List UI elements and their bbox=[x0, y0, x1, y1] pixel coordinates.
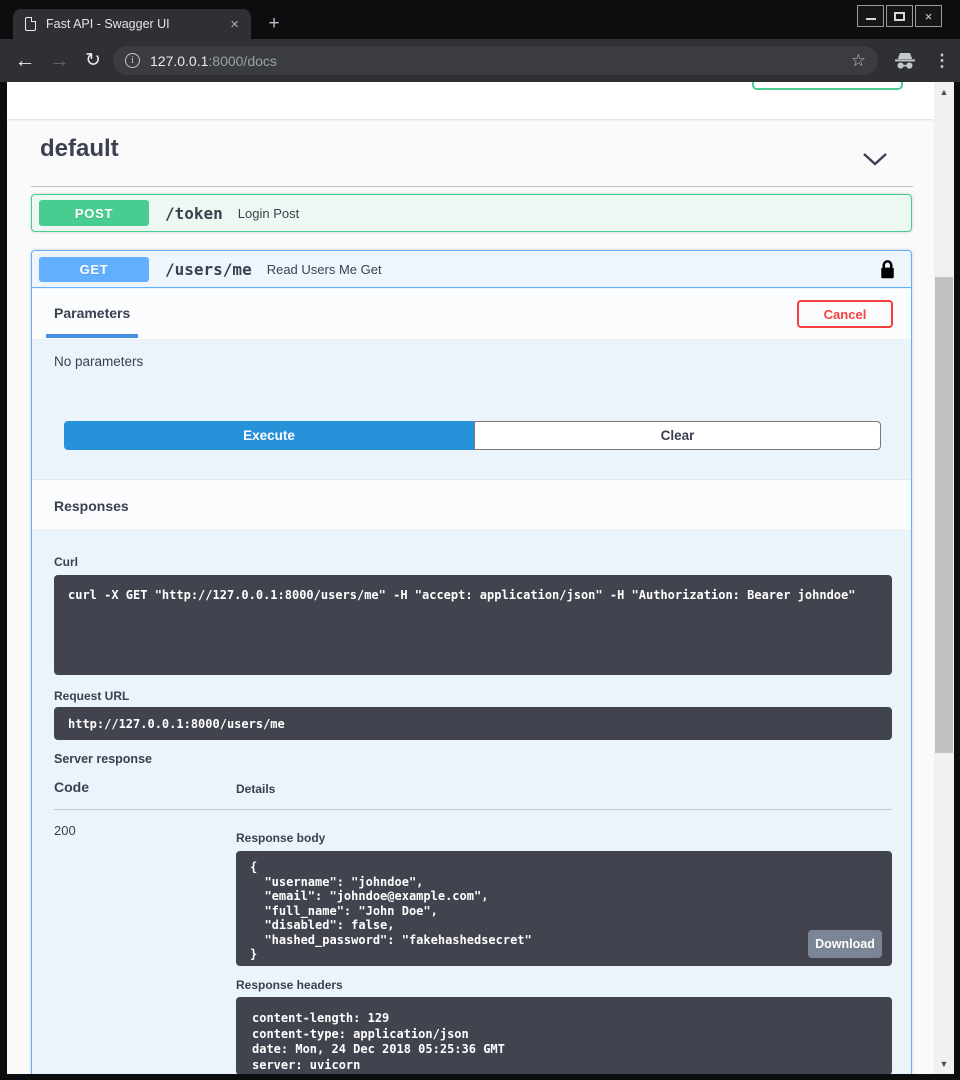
response-headers-block[interactable]: content-length: 129 content-type: applic… bbox=[236, 997, 892, 1074]
curl-label: Curl bbox=[54, 555, 78, 569]
opblock-post-token[interactable]: POST /token Login Post bbox=[31, 194, 912, 232]
response-headers-label: Response headers bbox=[236, 978, 343, 992]
browser-menu-icon[interactable]: ⋮ bbox=[927, 39, 957, 82]
request-url-label: Request URL bbox=[54, 689, 129, 703]
url-path: :8000/docs bbox=[208, 53, 277, 69]
status-code: 200 bbox=[54, 823, 76, 838]
request-url: http://127.0.0.1:8000/users/me bbox=[54, 707, 892, 741]
close-button[interactable]: × bbox=[915, 5, 942, 27]
scroll-down-icon[interactable]: ▼ bbox=[934, 1056, 954, 1072]
page-scrollbar[interactable]: ▲ ▼ bbox=[934, 82, 954, 1074]
maximize-button[interactable] bbox=[886, 5, 913, 27]
tab-close-icon[interactable]: × bbox=[226, 16, 243, 33]
get-path: /users/me bbox=[165, 260, 252, 279]
code-column-header: Code bbox=[54, 779, 89, 795]
post-path: /token bbox=[165, 204, 223, 223]
title-bar: Fast API - Swagger UI × + × bbox=[0, 0, 960, 39]
post-method-badge[interactable]: POST bbox=[39, 200, 149, 226]
get-method-badge[interactable]: GET bbox=[39, 257, 149, 282]
tab-active-underline bbox=[46, 334, 138, 338]
url-text[interactable]: 127.0.0.1:8000/docs bbox=[150, 53, 277, 69]
section-title: default bbox=[40, 135, 119, 163]
post-summary: Login Post bbox=[238, 206, 299, 221]
curl-code-block[interactable]: curl -X GET "http://127.0.0.1:8000/users… bbox=[54, 575, 892, 675]
details-column-header: Details bbox=[236, 782, 275, 796]
site-info-icon[interactable]: i bbox=[125, 53, 140, 68]
forward-icon: → bbox=[42, 39, 76, 82]
response-body-label: Response body bbox=[236, 831, 325, 845]
scrollbar-thumb[interactable] bbox=[935, 277, 953, 753]
cancel-button[interactable]: Cancel bbox=[797, 300, 893, 328]
response-body-json: { "username": "johndoe", "email": "johnd… bbox=[236, 851, 892, 971]
parameters-header: Parameters Cancel bbox=[32, 289, 911, 339]
page-icon bbox=[25, 17, 36, 31]
response-headers-text: content-length: 129 content-type: applic… bbox=[236, 997, 892, 1074]
scroll-up-icon[interactable]: ▲ bbox=[934, 84, 954, 100]
swagger-page: default POST /token Login Post GET /user… bbox=[7, 82, 934, 1074]
parameters-body: No parameters Execute Clear bbox=[32, 339, 911, 479]
lock-icon[interactable] bbox=[880, 259, 895, 280]
tab-title: Fast API - Swagger UI bbox=[46, 17, 226, 31]
incognito-icon bbox=[893, 52, 917, 75]
response-table-divider bbox=[54, 809, 892, 810]
responses-header: Responses bbox=[32, 479, 911, 531]
section-divider bbox=[31, 186, 913, 187]
browser-window: Fast API - Swagger UI × + × ← → ↻ i 127.… bbox=[0, 0, 960, 1080]
download-button[interactable]: Download bbox=[808, 930, 882, 958]
get-summary-row[interactable]: GET /users/me Read Users Me Get bbox=[32, 251, 911, 288]
minimize-button[interactable] bbox=[857, 5, 884, 27]
tab-parameters[interactable]: Parameters bbox=[54, 305, 130, 321]
get-summary: Read Users Me Get bbox=[267, 262, 382, 277]
responses-section: Curl curl -X GET "http://127.0.0.1:8000/… bbox=[32, 531, 911, 1074]
back-icon[interactable]: ← bbox=[8, 39, 42, 82]
curl-command: curl -X GET "http://127.0.0.1:8000/users… bbox=[54, 575, 892, 615]
chevron-down-icon[interactable] bbox=[862, 152, 888, 172]
scheme-section bbox=[7, 82, 934, 119]
clear-button[interactable]: Clear bbox=[474, 421, 881, 450]
request-url-block[interactable]: http://127.0.0.1:8000/users/me bbox=[54, 707, 892, 740]
opblock-get-users-me: GET /users/me Read Users Me Get Paramete… bbox=[31, 250, 912, 1074]
new-tab-button[interactable]: + bbox=[262, 12, 286, 36]
address-bar[interactable]: i 127.0.0.1:8000/docs ☆ bbox=[113, 46, 878, 75]
browser-toolbar: ← → ↻ i 127.0.0.1:8000/docs ☆ ⋮ bbox=[0, 39, 960, 82]
minimize-icon bbox=[866, 18, 876, 20]
responses-title: Responses bbox=[54, 498, 129, 514]
browser-tab[interactable]: Fast API - Swagger UI × bbox=[13, 9, 251, 39]
authorize-button[interactable] bbox=[752, 82, 903, 90]
execute-button[interactable]: Execute bbox=[64, 421, 474, 450]
server-response-label: Server response bbox=[54, 752, 152, 766]
bookmark-star-icon[interactable]: ☆ bbox=[851, 51, 866, 71]
url-host: 127.0.0.1 bbox=[150, 53, 208, 69]
reload-icon[interactable]: ↻ bbox=[76, 39, 110, 82]
maximize-icon bbox=[894, 12, 905, 21]
no-parameters-text: No parameters bbox=[54, 354, 143, 369]
response-body-block[interactable]: { "username": "johndoe", "email": "johnd… bbox=[236, 851, 892, 966]
